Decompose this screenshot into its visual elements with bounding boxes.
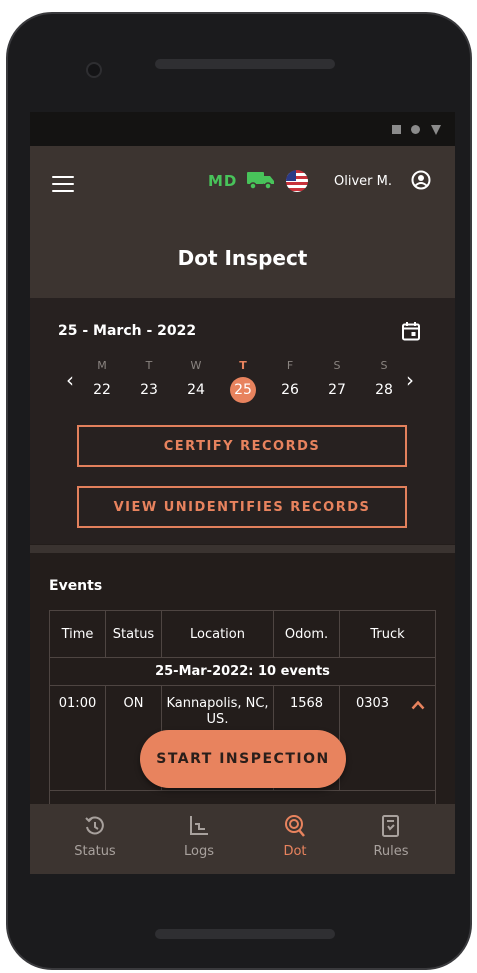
day-letter: F (286, 359, 294, 372)
status-square-icon (392, 125, 401, 134)
column-header-status: Status (106, 611, 162, 657)
calendar-icon[interactable] (401, 321, 421, 341)
logs-chart-icon (190, 816, 208, 835)
dot-inspect-icon (285, 815, 305, 837)
view-unidentified-records-button[interactable]: VIEW UNIDENTIFIES RECORDS (77, 486, 407, 528)
column-header-odom: Odom. (274, 611, 340, 657)
camera-icon (86, 62, 102, 78)
column-header-truck: Truck (370, 626, 405, 642)
column-header-location: Location (162, 611, 274, 657)
page-title: Dot Inspect (177, 246, 308, 270)
day-number: 23 (140, 382, 158, 398)
column-header-time: Time (50, 611, 106, 657)
nav-label-logs: Logs (184, 844, 214, 859)
table-header-row: Time Status Location Odom. Truck (50, 611, 435, 658)
nav-item-logs[interactable]: Logs (146, 804, 252, 874)
day-letter: M (97, 359, 107, 372)
certify-records-button[interactable]: CERTIFY RECORDS (77, 425, 407, 467)
day-fri[interactable]: F 26 (275, 358, 305, 403)
day-number: 22 (93, 382, 111, 398)
day-letter: S (333, 359, 341, 372)
nav-item-dot[interactable]: Dot (242, 804, 348, 874)
bottom-navigation: Status Logs Dot Rules (30, 804, 455, 874)
chevron-right-icon[interactable]: › (406, 370, 414, 390)
day-letter: T (145, 359, 153, 372)
events-heading: Events (49, 578, 103, 594)
day-letter: S (380, 359, 388, 372)
app-screen: MD Oliver M. Dot Inspect 25 - March - 20… (30, 112, 455, 874)
current-date: 25 - March - 2022 (58, 323, 197, 339)
day-letter: T (239, 359, 247, 372)
nav-item-status[interactable]: Status (42, 804, 148, 874)
nav-label-rules: Rules (373, 844, 409, 859)
app-bar (30, 146, 455, 298)
phone-bottom-bar (155, 929, 335, 939)
day-letter: W (190, 359, 202, 372)
status-circle-icon (411, 125, 420, 134)
day-number: 24 (187, 382, 205, 398)
day-wed[interactable]: W 24 (181, 358, 211, 403)
rules-document-icon (382, 815, 399, 837)
nav-label-status: Status (74, 844, 116, 859)
day-sat[interactable]: S 27 (322, 358, 352, 403)
day-number: 27 (328, 382, 346, 398)
day-sun[interactable]: S 28 (369, 358, 399, 403)
start-inspection-button[interactable]: START INSPECTION (140, 730, 346, 788)
status-bar (30, 112, 455, 146)
user-account-icon[interactable] (411, 170, 431, 190)
truck-icon (247, 172, 274, 190)
day-mon[interactable]: M 22 (87, 358, 117, 403)
chevron-left-icon[interactable]: ‹ (66, 370, 74, 390)
section-divider (30, 545, 455, 553)
chevron-up-icon[interactable] (411, 700, 425, 710)
cell-truck: 0303 (355, 696, 390, 711)
status-triangle-icon (431, 125, 441, 135)
user-name: Oliver M. (334, 174, 392, 189)
day-number: 26 (281, 382, 299, 398)
nav-item-rules[interactable]: Rules (338, 804, 444, 874)
history-icon (85, 816, 104, 835)
cell-time: 01:00 (50, 686, 106, 790)
day-thu-selected[interactable]: T 25 (228, 358, 258, 403)
us-flag-icon (286, 170, 308, 192)
md-status-label: MD (208, 172, 238, 190)
day-number: 28 (375, 382, 393, 398)
hamburger-menu-icon[interactable] (52, 176, 74, 192)
day-number: 25 (230, 377, 256, 403)
day-tue[interactable]: T 23 (134, 358, 164, 403)
speaker-grille (155, 59, 335, 69)
table-group-header: 25-Mar-2022: 10 events (50, 657, 435, 686)
nav-label-dot: Dot (283, 844, 307, 859)
